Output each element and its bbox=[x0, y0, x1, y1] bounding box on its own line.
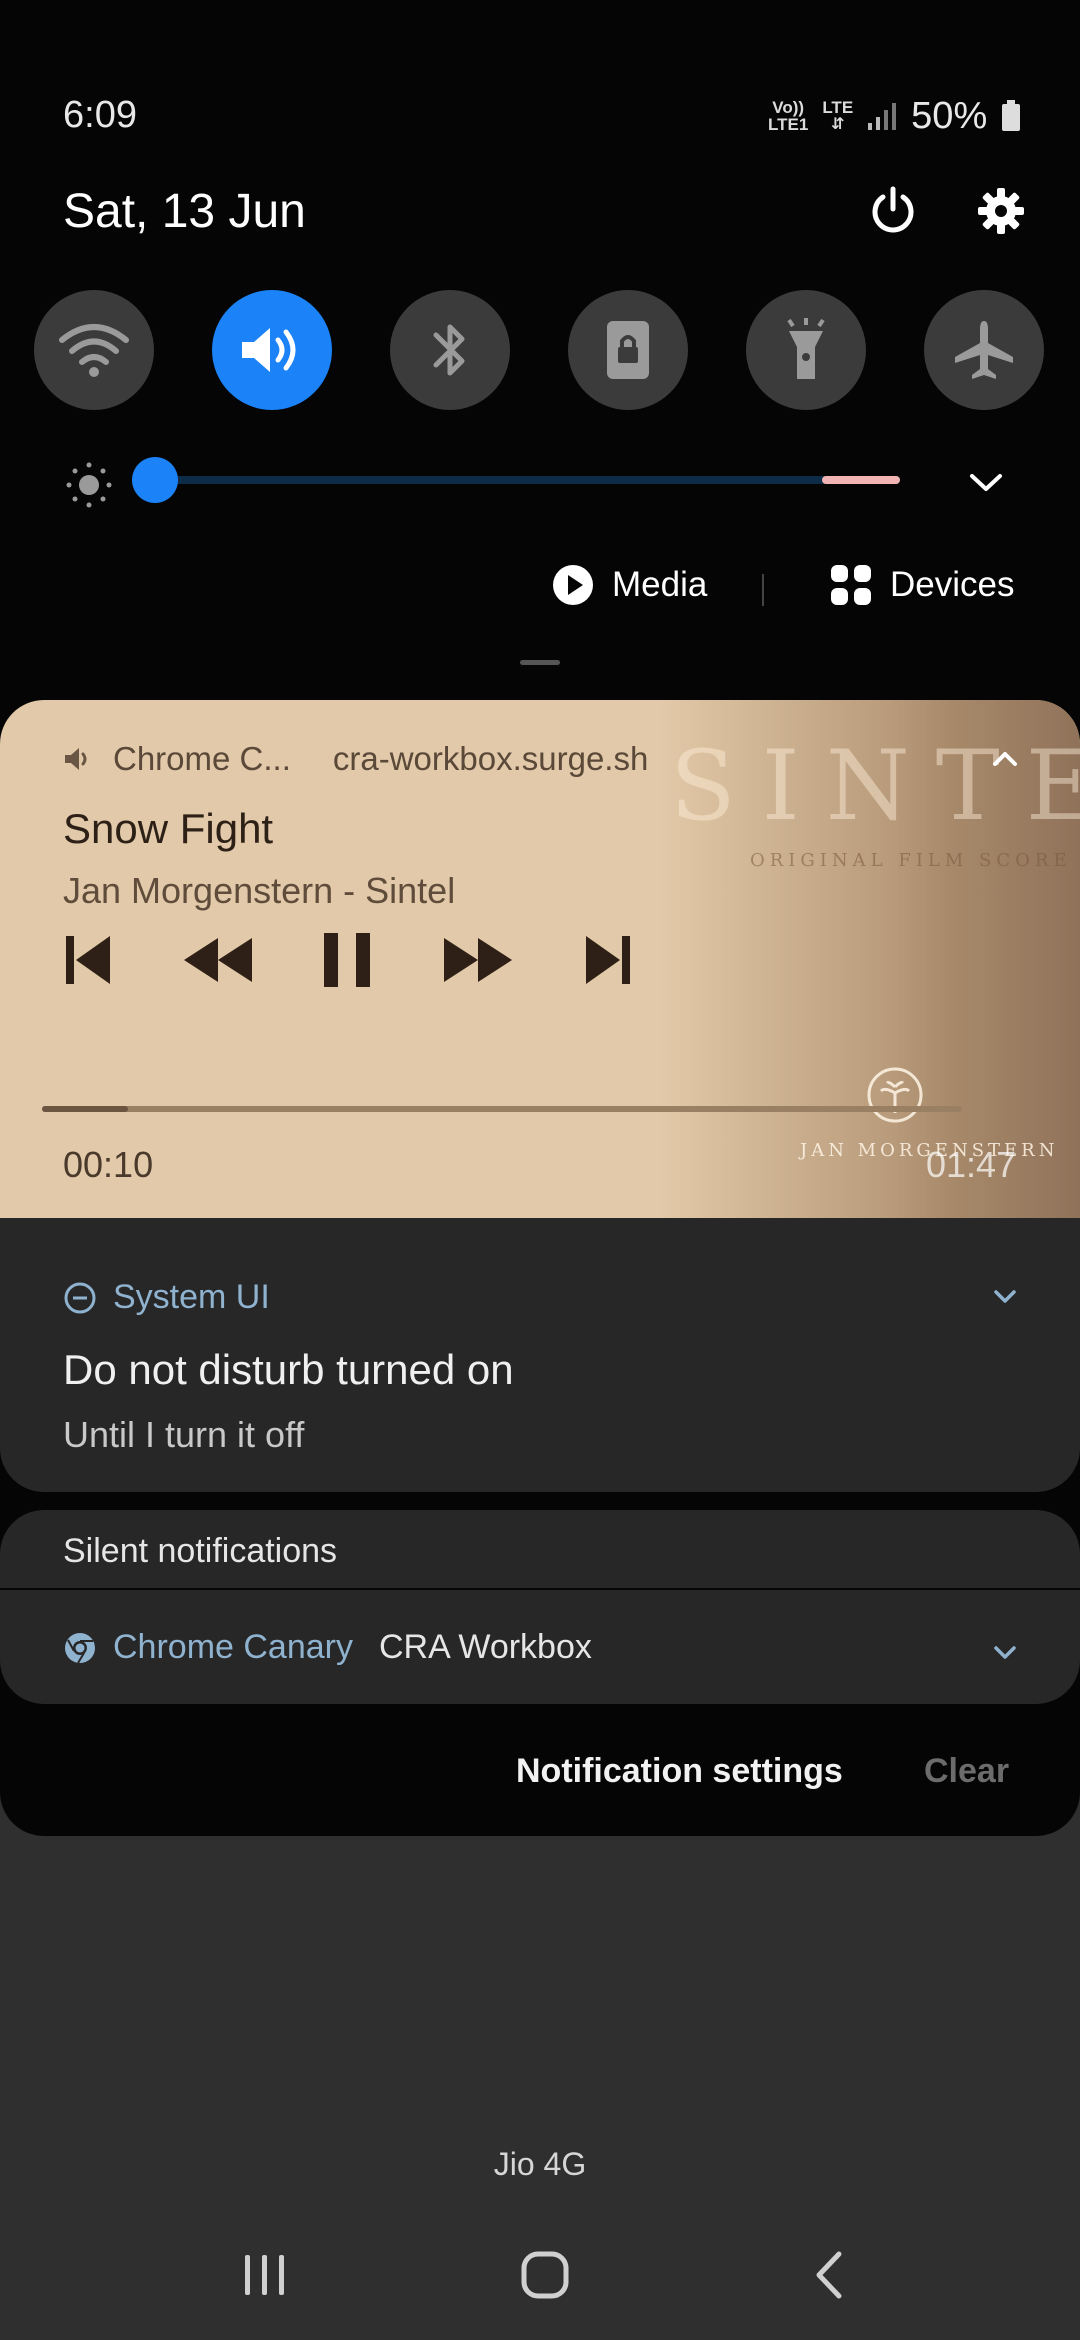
settings-button[interactable] bbox=[970, 180, 1032, 242]
devices-button[interactable]: Devices bbox=[830, 564, 1014, 606]
power-icon bbox=[872, 186, 914, 233]
play-circle-icon bbox=[553, 565, 593, 605]
media-source-line: Chrome C... cra-workbox.surge.sh bbox=[63, 740, 648, 778]
expand-panel-chevron-icon[interactable] bbox=[962, 462, 1010, 502]
brightness-slider-track[interactable] bbox=[155, 476, 900, 484]
seek-bar[interactable] bbox=[42, 1106, 962, 1112]
airplane-toggle[interactable] bbox=[924, 290, 1044, 410]
lte-indicator: LTE ⇵ bbox=[822, 98, 854, 133]
battery-icon bbox=[1002, 100, 1021, 131]
silent-notifications-header: Silent notifications bbox=[63, 1532, 338, 1570]
chrome-canary-icon bbox=[65, 1632, 95, 1664]
rewind-button[interactable] bbox=[182, 928, 254, 992]
brightness-slider-warning-zone bbox=[822, 476, 900, 484]
devices-label: Devices bbox=[890, 565, 1015, 604]
status-icons: Vo)) LTE1 LTE ⇵ 50% bbox=[768, 94, 1021, 137]
skip-next-icon bbox=[586, 936, 630, 984]
recent-apps-button[interactable] bbox=[220, 2240, 310, 2310]
previous-track-button[interactable] bbox=[52, 928, 124, 992]
track-artist: Jan Morgenstern - Sintel bbox=[63, 870, 456, 911]
expand-notification-chevron-icon[interactable] bbox=[990, 1284, 1020, 1308]
expand-notification-chevron-icon[interactable] bbox=[990, 1640, 1020, 1664]
track-duration: 01:47 bbox=[926, 1144, 1017, 1185]
speaker-icon bbox=[65, 748, 87, 770]
divider bbox=[0, 1588, 1080, 1590]
pause-icon bbox=[324, 933, 370, 987]
devices-icon bbox=[831, 565, 871, 605]
notification-settings-button[interactable]: Notification settings bbox=[516, 1752, 843, 1791]
dnd-icon bbox=[64, 1282, 96, 1313]
track-title: Snow Fight bbox=[63, 805, 274, 852]
media-source-url: cra-workbox.surge.sh bbox=[332, 740, 649, 777]
media-label: Media bbox=[612, 565, 708, 604]
collapse-chevron-icon[interactable] bbox=[988, 745, 1022, 773]
media-controls bbox=[52, 928, 644, 992]
recent-apps-icon bbox=[245, 2255, 284, 2295]
signal-icon bbox=[868, 103, 897, 130]
notification-title: Do not disturb turned on bbox=[63, 1346, 514, 1393]
media-output-button[interactable]: Media bbox=[552, 564, 707, 606]
elapsed-time: 00:10 bbox=[63, 1144, 154, 1185]
media-app-name: Chrome C... bbox=[113, 740, 291, 777]
tree-logo-icon bbox=[867, 1067, 923, 1123]
clear-button[interactable]: Clear bbox=[924, 1752, 1009, 1791]
album-art: SINTE ORIGINAL FILM SCORE JAN MORGENSTER… bbox=[660, 700, 1080, 1218]
next-track-button[interactable] bbox=[572, 928, 644, 992]
bluetooth-toggle[interactable] bbox=[390, 290, 510, 410]
notification-app-line: System UI bbox=[63, 1278, 270, 1317]
panel-handle[interactable] bbox=[520, 660, 560, 665]
skip-previous-icon bbox=[66, 936, 110, 984]
silent-notifications-group: Silent notifications Chrome Canary CRA W… bbox=[0, 1510, 1080, 1704]
notification-title: CRA Workbox bbox=[378, 1628, 592, 1666]
power-button[interactable] bbox=[862, 180, 924, 242]
notification-app-name: System UI bbox=[113, 1278, 270, 1316]
date: Sat, 13 Jun bbox=[63, 185, 306, 238]
battery-percent: 50% bbox=[911, 94, 988, 137]
flashlight-icon bbox=[787, 318, 825, 379]
media-notification[interactable]: SINTE ORIGINAL FILM SCORE JAN MORGENSTER… bbox=[0, 700, 1080, 1218]
fast-forward-icon bbox=[444, 938, 512, 982]
back-button[interactable] bbox=[784, 2240, 874, 2310]
volte-indicator: Vo)) LTE1 bbox=[768, 98, 809, 134]
rewind-icon bbox=[184, 938, 252, 982]
home-icon bbox=[521, 2251, 569, 2299]
bluetooth-icon bbox=[433, 324, 465, 376]
volume-icon bbox=[242, 328, 296, 372]
wifi-icon bbox=[59, 324, 129, 377]
seek-bar-progress bbox=[42, 1106, 128, 1112]
sound-toggle[interactable] bbox=[212, 290, 332, 410]
carrier-label: Jio 4G bbox=[493, 2146, 587, 2182]
screen-lock-toggle[interactable] bbox=[568, 290, 688, 410]
chrome-notification[interactable]: Chrome Canary CRA Workbox bbox=[63, 1628, 592, 1667]
notification-app-name: Chrome Canary bbox=[113, 1628, 353, 1666]
clock: 6:09 bbox=[63, 94, 137, 136]
notification-text: Until I turn it off bbox=[63, 1414, 305, 1455]
brightness-slider-thumb[interactable] bbox=[132, 457, 178, 503]
flashlight-toggle[interactable] bbox=[746, 290, 866, 410]
dnd-notification[interactable]: System UI Do not disturb turned on Until… bbox=[0, 1218, 1080, 1492]
home-button[interactable] bbox=[500, 2240, 590, 2310]
divider bbox=[762, 574, 764, 606]
pause-button[interactable] bbox=[312, 928, 384, 992]
gear-icon bbox=[978, 188, 1024, 234]
brightness-icon bbox=[66, 462, 112, 508]
airplane-icon bbox=[955, 321, 1013, 379]
back-icon bbox=[816, 2251, 842, 2299]
wifi-toggle[interactable] bbox=[34, 290, 154, 410]
fast-forward-button[interactable] bbox=[442, 928, 514, 992]
lock-rotation-icon bbox=[607, 321, 649, 379]
